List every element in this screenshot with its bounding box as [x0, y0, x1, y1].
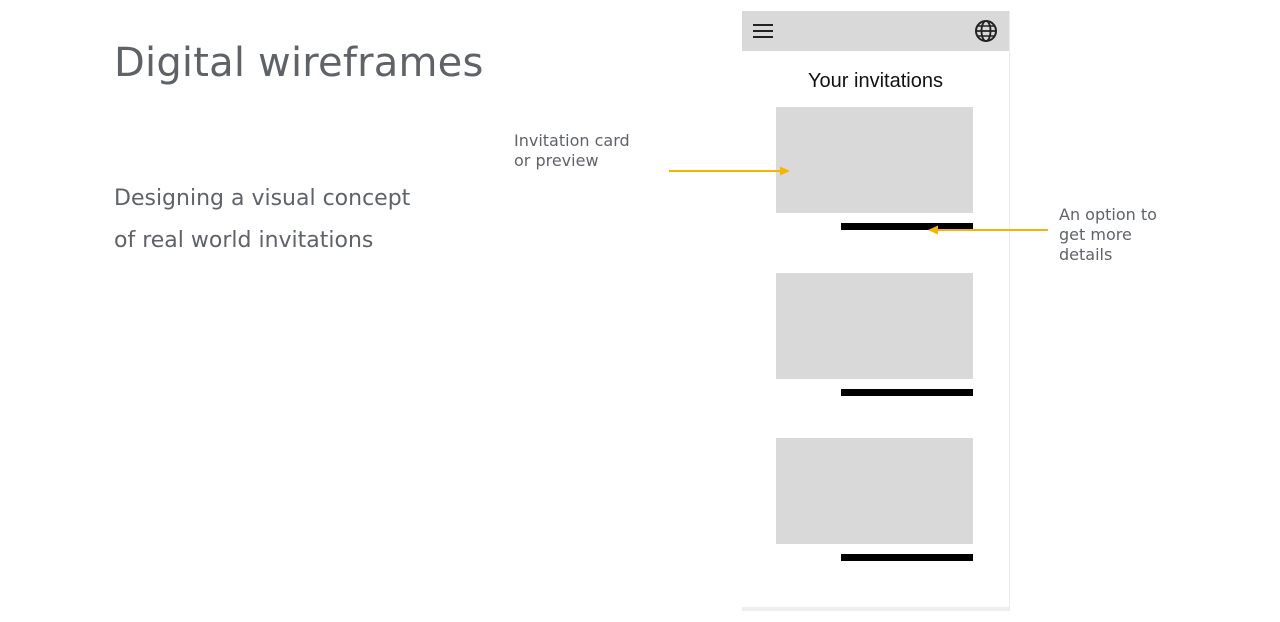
annotation-more-details: An option to get more details: [1059, 205, 1157, 265]
menu-icon[interactable]: [752, 20, 774, 42]
details-bar-1[interactable]: [841, 223, 973, 230]
details-bar-3[interactable]: [841, 554, 973, 561]
slide-description: Designing a visual concept of real world…: [114, 178, 410, 262]
phone-wireframe: Your invitations: [742, 11, 1010, 611]
annotation-invitation-card-line-1: Invitation card: [514, 131, 630, 150]
annotation-invitation-card: Invitation card or preview: [514, 131, 630, 171]
invitation-card-3[interactable]: [776, 438, 973, 544]
page-title: Your invitations: [808, 70, 943, 92]
invitation-card-1[interactable]: [776, 107, 973, 213]
slide-description-line-2: of real world invitations: [114, 228, 374, 253]
phone-header: [742, 11, 1009, 51]
slide-description-line-1: Designing a visual concept: [114, 186, 411, 211]
annotation-arrows: [669, 166, 1048, 235]
globe-icon[interactable]: [974, 19, 998, 43]
invitation-card-2[interactable]: [776, 273, 973, 379]
slide-title: Digital wireframes: [114, 40, 484, 86]
annotation-more-details-line-1: An option to: [1059, 205, 1157, 224]
details-bar-2[interactable]: [841, 389, 973, 396]
annotation-invitation-card-line-2: or preview: [514, 151, 599, 170]
annotation-more-details-line-3: details: [1059, 245, 1113, 264]
annotation-more-details-line-2: get more: [1059, 225, 1132, 244]
